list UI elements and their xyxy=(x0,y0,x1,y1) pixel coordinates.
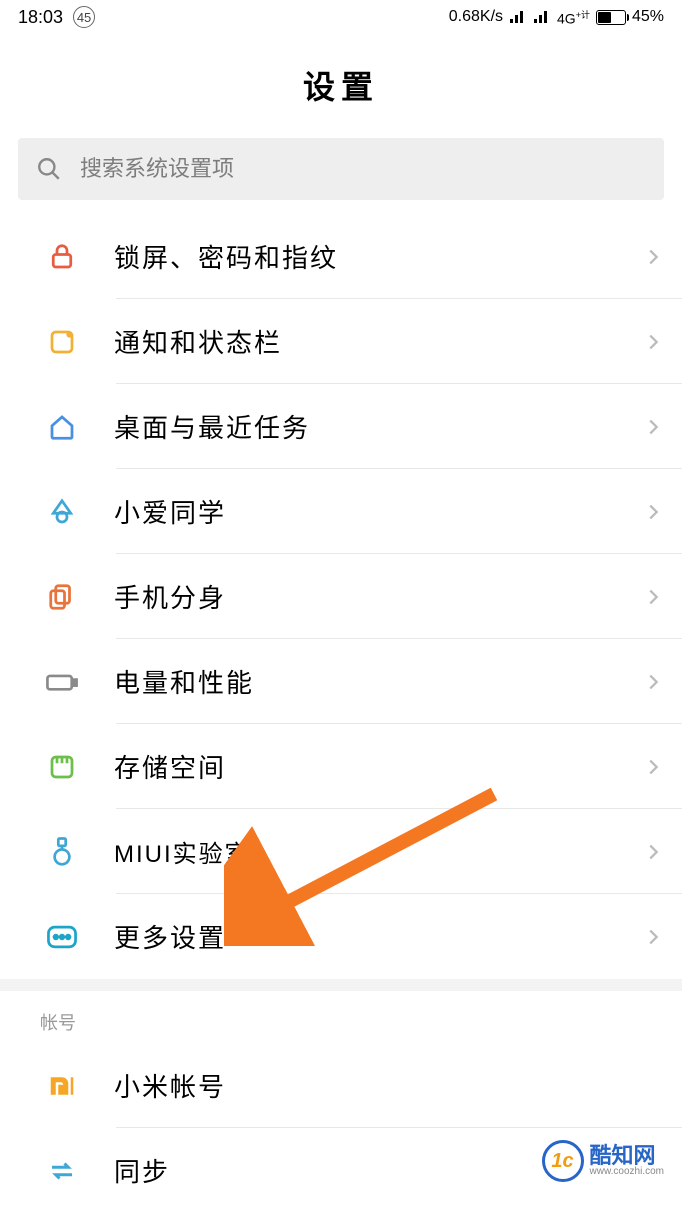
battery-icon xyxy=(596,10,626,25)
item-label: 存储空间 xyxy=(114,748,642,785)
sync-icon xyxy=(44,1153,80,1189)
page-title: 设置 xyxy=(0,34,682,138)
item-xiaoai[interactable]: 小爱同学 xyxy=(0,469,682,554)
lab-icon xyxy=(44,834,80,870)
notification-icon xyxy=(44,324,80,360)
status-time: 18:03 xyxy=(18,7,63,28)
section-divider xyxy=(0,979,682,991)
signal-icon-2 xyxy=(533,10,551,24)
item-storage[interactable]: 存储空间 xyxy=(0,724,682,809)
item-more[interactable]: 更多设置 xyxy=(0,894,682,979)
battery-pct: 45% xyxy=(632,8,664,26)
chevron-right-icon xyxy=(642,841,664,863)
mi-logo-icon xyxy=(44,1068,80,1104)
signal-icon xyxy=(509,10,527,24)
settings-list: 锁屏、密码和指纹 通知和状态栏 桌面与最近任务 小爱同学 手机分身 xyxy=(0,214,682,979)
chevron-right-icon xyxy=(642,246,664,268)
search-icon xyxy=(36,156,62,182)
item-label: MIUI实验室 xyxy=(114,834,642,869)
chevron-right-icon xyxy=(642,586,664,608)
home-icon xyxy=(44,409,80,445)
net-type: 4G+计 xyxy=(557,8,590,27)
item-label: 锁屏、密码和指纹 xyxy=(114,238,642,275)
item-label: 桌面与最近任务 xyxy=(114,408,642,445)
item-label: 小爱同学 xyxy=(114,493,642,530)
chevron-right-icon xyxy=(642,331,664,353)
item-label: 更多设置 xyxy=(114,918,642,955)
chevron-right-icon xyxy=(642,416,664,438)
storage-icon xyxy=(44,749,80,785)
search-input[interactable] xyxy=(80,156,646,182)
battery-icon xyxy=(44,664,80,700)
clone-icon xyxy=(44,579,80,615)
xiaoai-icon xyxy=(44,494,80,530)
item-clone[interactable]: 手机分身 xyxy=(0,554,682,639)
chevron-right-icon xyxy=(642,926,664,948)
chevron-right-icon xyxy=(642,756,664,778)
item-label: 同步 xyxy=(114,1152,664,1189)
section-header-account: 帐号 xyxy=(0,991,682,1043)
chevron-right-icon xyxy=(642,501,664,523)
item-label: 手机分身 xyxy=(114,578,642,615)
item-sync[interactable]: 同步 xyxy=(0,1128,682,1213)
search-bar[interactable] xyxy=(18,138,664,200)
step-badge: 45 xyxy=(73,6,95,28)
item-label: 小米帐号 xyxy=(114,1067,664,1104)
status-bar: 18:03 45 0.68K/s 4G+计 45% xyxy=(0,0,682,34)
item-desktop[interactable]: 桌面与最近任务 xyxy=(0,384,682,469)
item-lab[interactable]: MIUI实验室 xyxy=(0,809,682,894)
lock-icon xyxy=(44,239,80,275)
item-label: 电量和性能 xyxy=(114,663,642,700)
item-notif[interactable]: 通知和状态栏 xyxy=(0,299,682,384)
more-icon xyxy=(44,919,80,955)
net-speed: 0.68K/s xyxy=(449,8,503,26)
account-list: 小米帐号 同步 xyxy=(0,1043,682,1213)
chevron-right-icon xyxy=(642,671,664,693)
item-label: 通知和状态栏 xyxy=(114,323,642,360)
item-battery[interactable]: 电量和性能 xyxy=(0,639,682,724)
item-lock[interactable]: 锁屏、密码和指纹 xyxy=(0,214,682,299)
item-mi-account[interactable]: 小米帐号 xyxy=(0,1043,682,1128)
